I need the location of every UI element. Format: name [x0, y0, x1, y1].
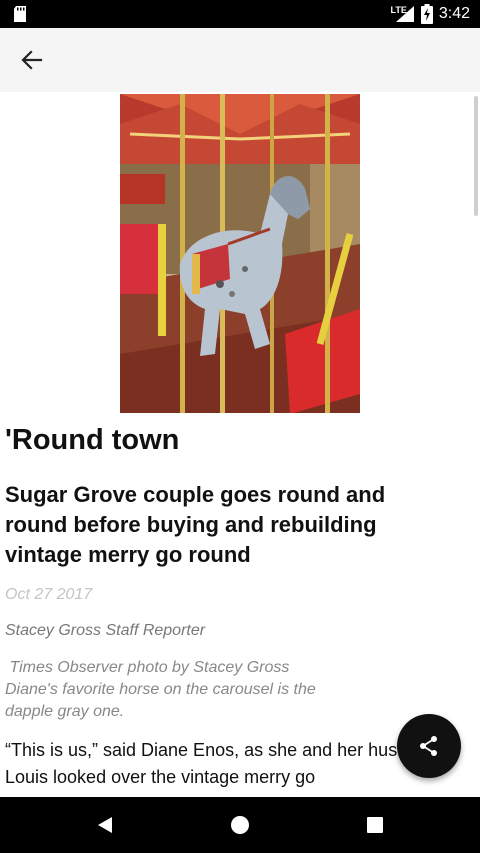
clock: 3:42 — [438, 5, 470, 22]
arrow-back-icon — [21, 50, 43, 70]
nav-back-button[interactable] — [91, 811, 119, 839]
scrollbar[interactable] — [474, 96, 478, 216]
article-content[interactable]: 'Round town Sugar Grove couple goes roun… — [0, 92, 480, 797]
nav-home-button[interactable] — [226, 811, 254, 839]
share-icon — [420, 736, 437, 756]
photo-description: Diane's favorite horse on the carousel i… — [5, 681, 316, 720]
article-photo[interactable] — [120, 94, 360, 413]
battery-charging-icon — [420, 4, 433, 24]
nav-recents-button[interactable] — [361, 811, 389, 839]
nav-home-icon — [231, 816, 249, 834]
signal-icon — [395, 6, 414, 22]
photo-caption: Times Observer photo by Stacey Gross Dia… — [5, 657, 365, 723]
nav-back-icon — [98, 817, 112, 833]
system-nav-bar — [0, 797, 480, 853]
nav-recents-icon — [367, 817, 383, 833]
article-headline: Sugar Grove couple goes round and round … — [5, 482, 386, 567]
app-toolbar — [0, 28, 480, 92]
photo-credit: Times Observer photo by Stacey Gross — [5, 659, 290, 676]
publish-date: Oct 27 2017 — [5, 586, 93, 603]
byline: Stacey Gross Staff Reporter — [5, 622, 206, 639]
section-title: 'Round town — [5, 424, 180, 456]
sd-card-icon — [12, 5, 28, 23]
share-button[interactable] — [397, 714, 461, 778]
back-button[interactable] — [12, 40, 52, 80]
status-bar: LTE 3:42 — [0, 0, 480, 28]
